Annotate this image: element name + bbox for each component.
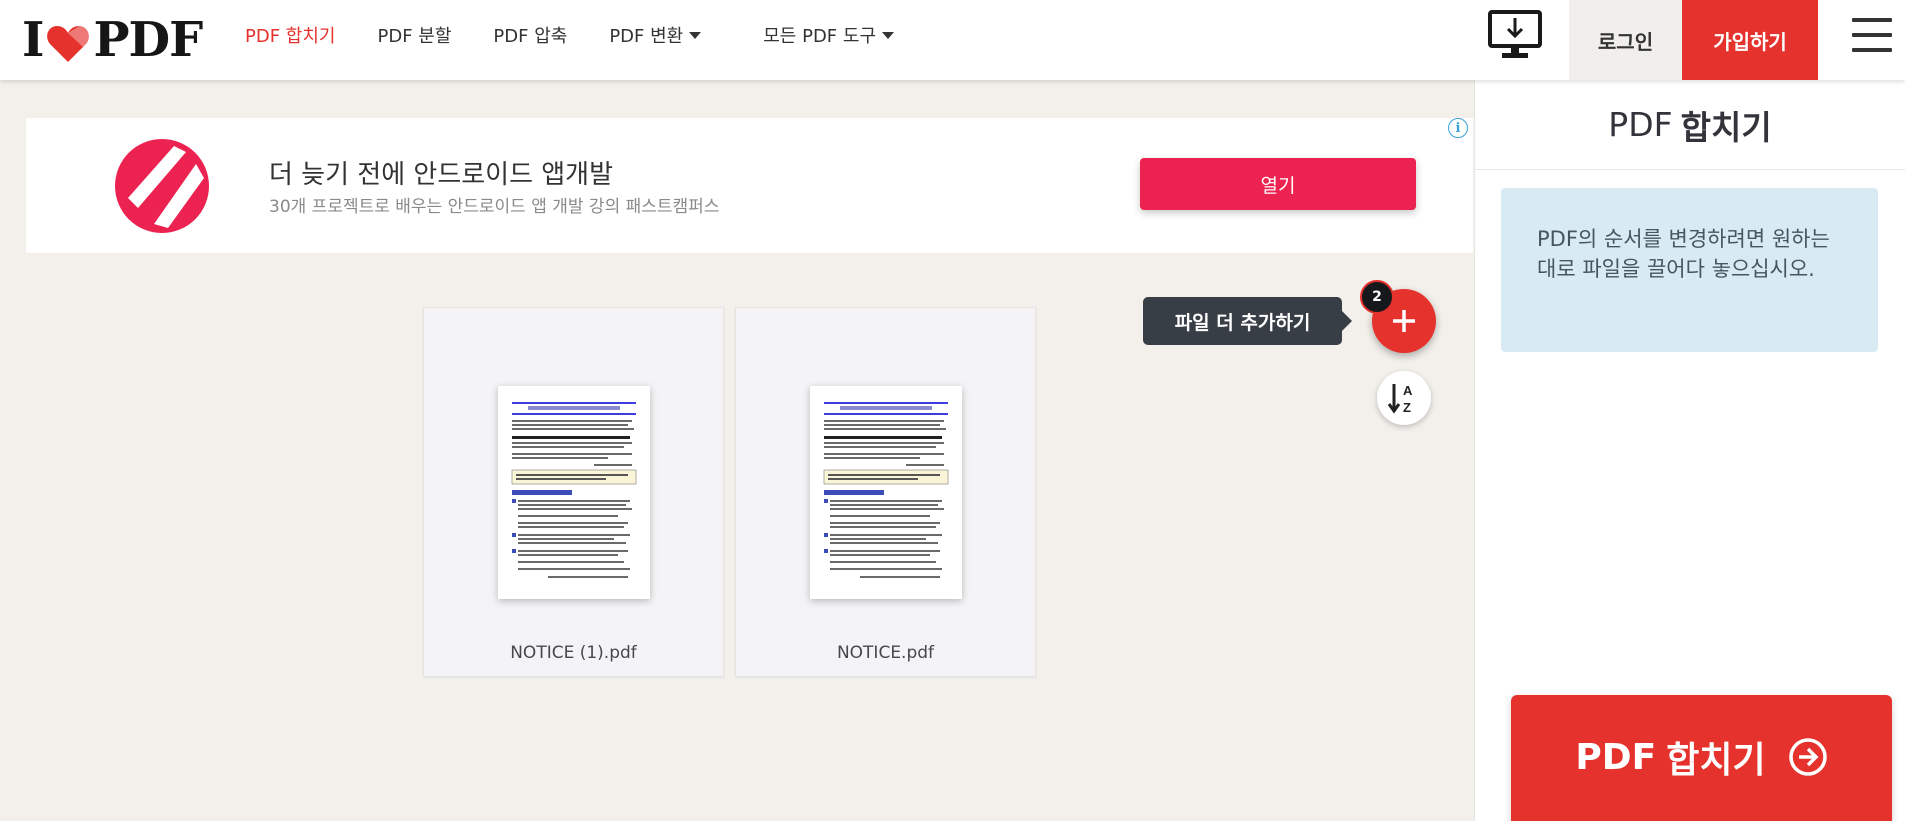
login-button[interactable]: 로그인: [1569, 0, 1682, 80]
sort-alpha-icon: A Z: [1387, 383, 1413, 415]
add-more-tooltip: 파일 더 추가하기: [1143, 297, 1352, 345]
ad-subtitle: 30개 프로젝트로 배우는 안드로이드 앱 개발 강의 패스트캠퍼스: [269, 197, 720, 217]
file-name: NOTICE (1).pdf: [510, 643, 637, 663]
file-name: NOTICE.pdf: [836, 643, 935, 663]
pdf-page-thumbnail: [498, 386, 650, 599]
merge-button-prefix: PDF: [1575, 736, 1657, 778]
svg-text:Z: Z: [1403, 400, 1411, 415]
sidebar-title-main: 합치기: [1680, 107, 1772, 147]
menu-line: [1852, 48, 1892, 52]
ad-banner[interactable]: 더 늦기 전에 안드로이드 앱개발 30개 프로젝트로 배우는 안드로이드 앱 …: [26, 118, 1473, 253]
menu-line: [1852, 33, 1892, 37]
ad-brand-logo: [115, 139, 209, 233]
file-card[interactable]: NOTICE (1).pdf: [423, 307, 724, 677]
desktop-download-icon: [1488, 10, 1542, 58]
ad-title: 더 늦기 전에 안드로이드 앱개발: [269, 160, 614, 190]
sort-files-button[interactable]: A Z: [1377, 371, 1431, 425]
ilovepdf-logo[interactable]: I PDF: [22, 8, 203, 72]
main-nav: PDF 합치기 PDF 분할 PDF 압축 PDF 변환 모든 PDF 도구: [245, 0, 936, 70]
heart-icon: [45, 20, 91, 62]
menu-line: [1852, 18, 1892, 22]
top-header: I PDF PDF 합치기 PDF 분할 PDF 압축 PDF 변환 모든 PD…: [0, 0, 1905, 80]
nav-convert-pdf[interactable]: PDF 변환: [609, 22, 702, 48]
merge-button-main: 합치기: [1666, 740, 1766, 781]
file-card[interactable]: NOTICE.pdf: [735, 307, 1036, 677]
logo-letter-i: I: [22, 12, 44, 68]
file-count-badge: 2: [1360, 280, 1394, 314]
arrow-circle-right-icon: [1788, 737, 1828, 777]
logo-pdf-text: PDF: [93, 12, 203, 68]
merge-sidebar: PDF 합치기 PDF의 순서를 변경하려면 원하는 대로 파일을 끌어다 놓으…: [1474, 80, 1905, 821]
ad-info-icon[interactable]: i: [1448, 118, 1468, 138]
hamburger-menu-icon[interactable]: [1852, 18, 1892, 52]
caret-down-icon: [689, 31, 702, 39]
caret-down-icon: [882, 31, 895, 39]
nav-compress-pdf[interactable]: PDF 압축: [493, 22, 567, 48]
nav-split-pdf[interactable]: PDF 분할: [377, 22, 451, 48]
pdf-page-thumbnail: [810, 386, 962, 599]
nav-all-pdf-tools[interactable]: 모든 PDF 도구: [763, 22, 895, 48]
desktop-download-button[interactable]: [1480, 0, 1550, 70]
sidebar-title: PDF 합치기: [1475, 80, 1905, 170]
sidebar-title-prefix: PDF: [1608, 105, 1673, 144]
reorder-info-box: PDF의 순서를 변경하려면 원하는 대로 파일을 끌어다 놓으십시오.: [1501, 188, 1878, 352]
ad-open-button[interactable]: 열기: [1140, 158, 1416, 210]
plus-icon: [1393, 310, 1415, 332]
signup-button[interactable]: 가입하기: [1682, 0, 1818, 80]
svg-text:A: A: [1403, 383, 1413, 398]
nav-merge-pdf[interactable]: PDF 합치기: [245, 22, 335, 48]
merge-pdf-button[interactable]: PDF 합치기: [1511, 695, 1892, 821]
